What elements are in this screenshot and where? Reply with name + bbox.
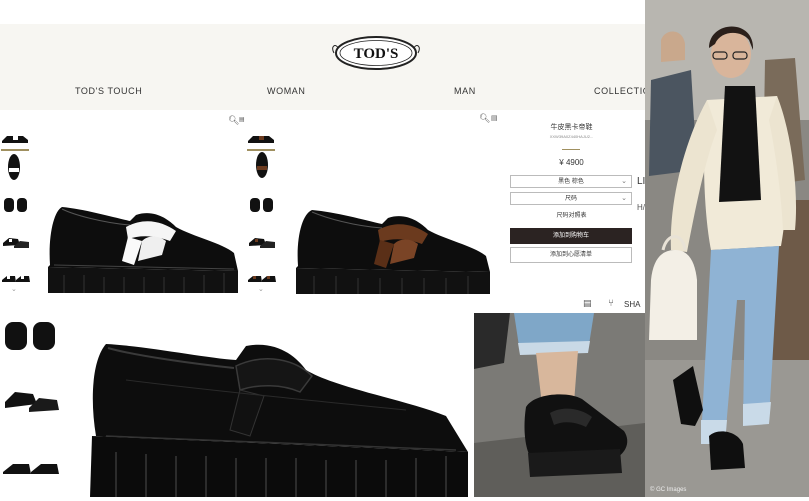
chevron-down-icon: ⌄ [621, 178, 627, 185]
color-select-value: 黑色 棕色 [558, 179, 584, 185]
nav-item-woman[interactable]: WOMAN [267, 86, 306, 96]
thumbnail-pair-side[interactable] [3, 450, 59, 480]
thumbnail-back[interactable] [3, 316, 55, 352]
add-to-wishlist-button[interactable]: 添加到心愿清单 [510, 247, 632, 263]
nav-item-man[interactable]: MAN [454, 86, 476, 96]
thumbnail-side[interactable] [1, 127, 29, 151]
street-style-photo [645, 0, 809, 497]
share-icon[interactable]: ⑂ [608, 298, 614, 309]
product-info-panel: 牛皮黑卡帝鞋 XXW39A0Z440HAJU2... ¥ 4900 黑色 棕色 … [498, 110, 645, 315]
cropped-label-b: H/ [637, 203, 645, 212]
product-price: ¥ 4900 [559, 158, 584, 167]
brand-logo[interactable]: TOD'S [332, 34, 420, 72]
thumbnail-pair[interactable] [2, 230, 30, 252]
chevron-down-icon[interactable]: ⌄ [258, 285, 264, 293]
chevron-down-icon[interactable]: ⌄ [11, 285, 17, 293]
print-icon[interactable]: ▤ [491, 114, 498, 122]
share-bar: ▤ ⑂ SHA [580, 297, 645, 313]
product-image-large [86, 340, 470, 497]
chevron-down-icon: ⌄ [621, 195, 627, 202]
street-closeup-photo [474, 313, 645, 497]
color-select[interactable]: 黑色 棕色 ⌄ [510, 175, 632, 188]
magnifier-icon[interactable]: 🔍︎ [479, 114, 490, 124]
thumbnail-back[interactable] [248, 194, 276, 216]
thumbnail-back[interactable] [2, 194, 30, 216]
product-sku: XXW39A0Z440HAJU2... [549, 134, 594, 139]
product-gallery-large [0, 300, 474, 497]
magnifier-icon[interactable]: 🔍︎ [228, 116, 239, 126]
size-guide-link[interactable]: 尺码对照表 [498, 210, 645, 219]
share-label[interactable]: SHA [624, 300, 640, 309]
photo-credit: © GC Images [650, 487, 687, 493]
product-image-white-strap [44, 195, 240, 295]
size-select[interactable]: 尺码 ⌄ [510, 192, 632, 205]
product-name: 牛皮黑卡帝鞋 [550, 124, 593, 131]
product-gallery-brown: 🔍︎ ▤ ⌄ [245, 110, 498, 300]
print-icon[interactable]: ▤ [583, 299, 592, 309]
thumbnail-top[interactable] [6, 152, 22, 182]
nav-item-tods-touch[interactable]: TOD'S TOUCH [75, 86, 142, 96]
size-select-value: 尺码 [564, 196, 577, 202]
nav-item-collection[interactable]: COLLECTIO [594, 86, 650, 96]
thumbnail-pair[interactable] [3, 380, 59, 414]
thumbnail-top[interactable] [254, 150, 270, 180]
brand-logo-text: TOD'S [354, 46, 399, 62]
print-icon[interactable]: ▤ [239, 116, 245, 123]
product-image-brown-strap [292, 202, 492, 296]
thumbnail-side[interactable] [247, 127, 275, 151]
add-to-cart-button[interactable]: 添加到购物车 [510, 228, 632, 244]
site-header [0, 24, 645, 110]
divider [562, 149, 580, 150]
thumbnail-pair[interactable] [248, 230, 276, 252]
product-gallery-white: 🔍︎ ▤ ⌄ [0, 110, 245, 300]
